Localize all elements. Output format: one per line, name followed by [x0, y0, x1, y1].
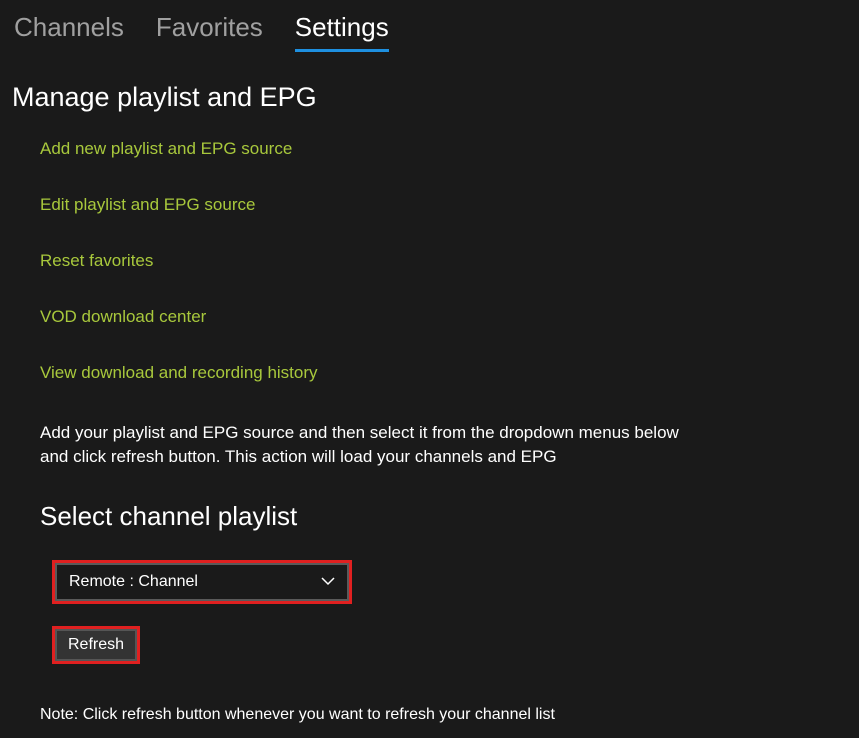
tab-bar: Channels Favorites Settings — [0, 0, 859, 52]
refresh-note: Note: Click refresh button whenever you … — [12, 706, 847, 724]
edit-playlist-link[interactable]: Edit playlist and EPG source — [12, 195, 847, 215]
settings-content: Manage playlist and EPG Add new playlist… — [0, 52, 859, 724]
refresh-highlight: Refresh — [52, 626, 140, 664]
manage-playlist-title: Manage playlist and EPG — [12, 82, 847, 113]
vod-download-link[interactable]: VOD download center — [12, 307, 847, 327]
refresh-button[interactable]: Refresh — [55, 629, 137, 661]
chevron-down-icon — [321, 575, 335, 589]
reset-favorites-link[interactable]: Reset favorites — [12, 251, 847, 271]
download-history-link[interactable]: View download and recording history — [12, 363, 847, 383]
tab-settings[interactable]: Settings — [295, 12, 389, 52]
playlist-dropdown[interactable]: Remote : Channel — [55, 563, 349, 601]
select-playlist-title: Select channel playlist — [12, 501, 847, 532]
instructions-text: Add your playlist and EPG source and the… — [12, 421, 712, 469]
tab-channels[interactable]: Channels — [14, 12, 124, 52]
tab-favorites[interactable]: Favorites — [156, 12, 263, 52]
dropdown-selected-value: Remote : Channel — [69, 573, 198, 591]
add-playlist-link[interactable]: Add new playlist and EPG source — [12, 139, 847, 159]
dropdown-highlight: Remote : Channel — [52, 560, 352, 604]
